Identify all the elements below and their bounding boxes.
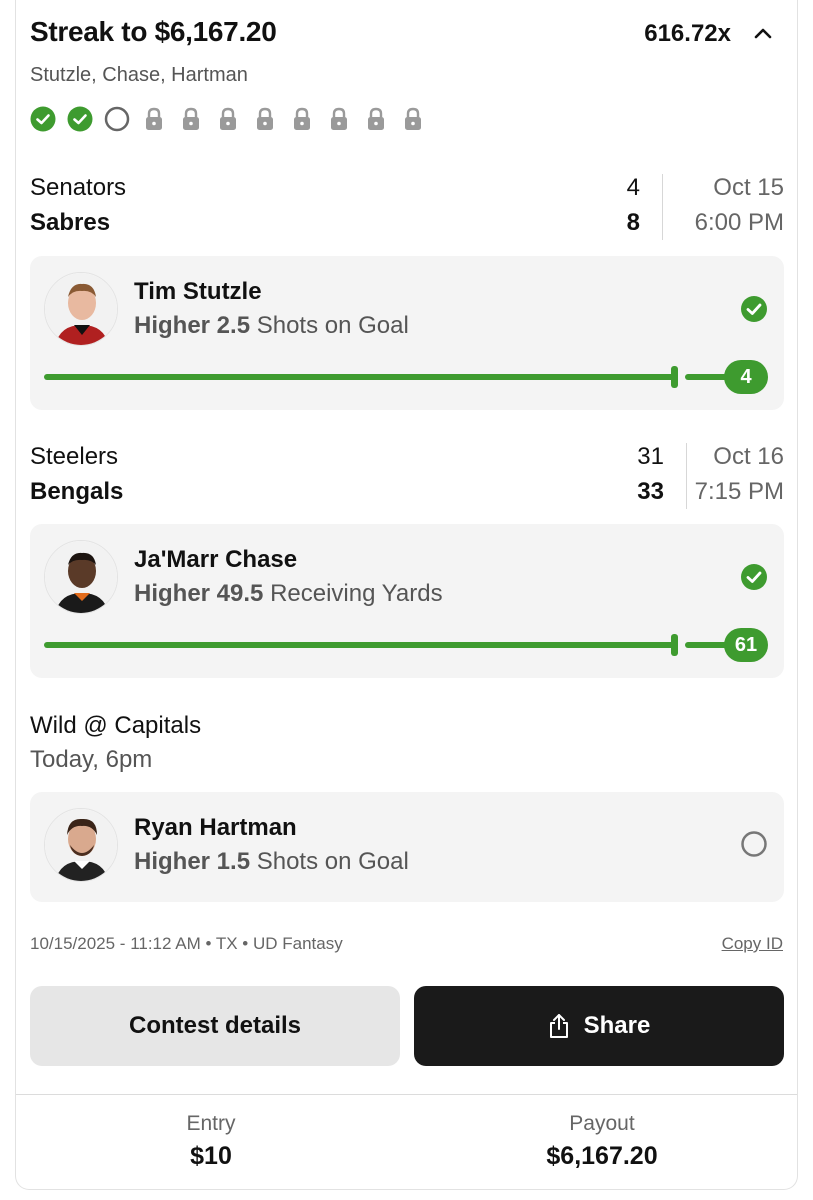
payout-value: $6,167.20 [546,1142,658,1170]
payout-summary: Payout $6,167.20 [407,1112,797,1171]
line-marker [671,366,678,388]
chevron-up-icon[interactable] [751,22,775,46]
player-name: Ryan Hartman [134,814,297,841]
lock-icon [363,106,389,132]
team-name: Sabres [30,209,111,236]
entry-label: Entry [186,1112,236,1135]
pick-line: Higher 1.5 Shots on Goal [134,848,409,876]
empty-circle-icon [104,106,130,132]
game-header: Steelers Bengals 31 33 Oct 16 7:15 PM [30,443,784,513]
player-avatar [44,808,118,882]
upcoming-time: Today, 6pm [30,746,153,773]
entry-value: $10 [190,1142,232,1170]
copy-id-link[interactable]: Copy ID [722,934,783,954]
check-circle-icon [741,564,767,590]
lock-icon [141,106,167,132]
entry-summary: Entry $10 [16,1112,406,1171]
streak-card: Streak to $6,167.20 616.72x Stutzle, Cha… [15,0,798,1190]
team-name: Senators [30,174,127,201]
player-avatar [44,540,118,614]
share-icon [549,1014,568,1038]
payout-label: Payout [569,1112,635,1135]
progress-track [44,642,677,648]
payout-multiplier: 616.72x [644,20,731,47]
entry-meta: 10/15/2025 - 11:12 AM • TX • UD Fantasy [30,934,343,953]
game-time: 6:00 PM [694,209,784,236]
pick-card[interactable]: Ryan Hartman Higher 1.5 Shots on Goal [30,792,784,902]
result-badge: 61 [724,628,768,662]
upcoming-matchup: Wild @ Capitals [30,712,202,739]
progress-track [44,374,677,380]
pick-line: Higher 49.5 Receiving Yards [134,580,443,608]
streak-players: Stutzle, Chase, Hartman [30,64,248,86]
line-marker [671,634,678,656]
player-name: Ja'Marr Chase [134,546,298,573]
result-badge: 4 [724,360,768,394]
lock-icon [326,106,352,132]
player-avatar [44,272,118,346]
share-label: Share [583,1012,651,1039]
check-circle-icon [67,106,93,132]
lock-icon [289,106,315,132]
player-name: Tim Stutzle [134,278,262,305]
footer-divider [16,1094,797,1095]
pick-stat: Receiving Yards [270,580,443,607]
team-score: 33 [637,478,664,505]
team-score: 8 [626,209,640,236]
game-date: Oct 16 [713,443,784,470]
divider [686,443,687,509]
pick-direction: Higher 49.5 [134,580,264,607]
lock-icon [400,106,426,132]
team-name: Bengals [30,478,124,505]
streak-progress [30,106,426,132]
game-time: 7:15 PM [694,478,784,505]
check-circle-icon [30,106,56,132]
share-button[interactable]: Share [414,986,784,1066]
pick-card[interactable]: Ja'Marr Chase Higher 49.5 Receiving Yard… [30,524,784,678]
team-score: 31 [637,443,664,470]
pick-stat: Shots on Goal [256,312,409,339]
check-circle-icon [741,296,767,322]
team-name: Steelers [30,443,119,470]
pick-card[interactable]: Tim Stutzle Higher 2.5 Shots on Goal 4 [30,256,784,410]
pick-stat: Shots on Goal [256,848,409,875]
streak-title: Streak to $6,167.20 [30,16,277,47]
divider [662,174,663,240]
pick-direction: Higher 2.5 [134,312,251,339]
contest-details-button[interactable]: Contest details [30,986,400,1066]
empty-circle-icon [741,831,767,857]
lock-icon [252,106,278,132]
team-score: 4 [626,174,640,201]
lock-icon [215,106,241,132]
pick-direction: Higher 1.5 [134,848,251,875]
lock-icon [178,106,204,132]
game-date: Oct 15 [713,174,784,201]
pick-line: Higher 2.5 Shots on Goal [134,312,409,340]
contest-details-label: Contest details [128,1012,302,1039]
game-header: Senators Sabres 4 8 Oct 15 6:00 PM [30,174,784,244]
